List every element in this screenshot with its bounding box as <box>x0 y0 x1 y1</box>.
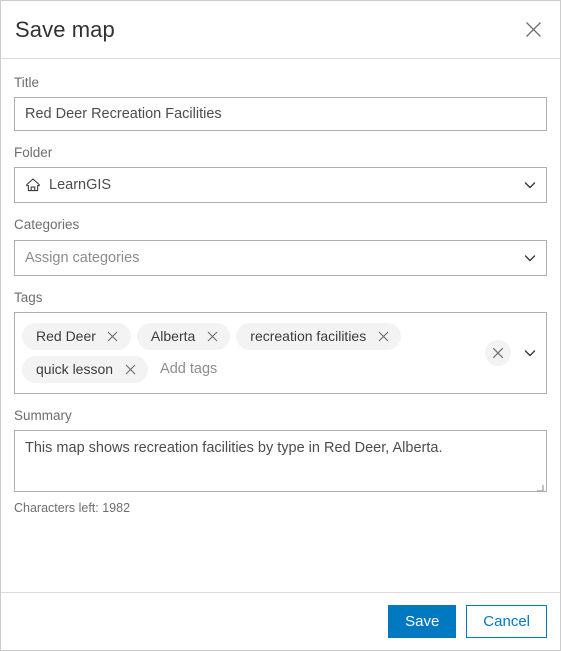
tag-chip[interactable]: Alberta <box>136 322 231 350</box>
summary-value: This map shows recreation facilities by … <box>25 439 443 456</box>
remove-tag-icon[interactable] <box>121 360 139 378</box>
tag-chip-label: quick lesson <box>36 361 114 378</box>
clear-tags-icon[interactable] <box>485 339 511 366</box>
tag-chip[interactable]: quick lesson <box>22 355 149 383</box>
chevron-down-icon[interactable] <box>523 346 537 360</box>
save-map-dialog: Save map Title Red Deer Recreation Facil… <box>0 0 561 651</box>
tags-field-group: Tags Red Deer Alberta recreation facilit… <box>14 290 547 394</box>
tag-chip[interactable]: Red Deer <box>22 322 131 350</box>
tags-input[interactable]: Red Deer Alberta recreation facilities q… <box>14 311 547 394</box>
save-button[interactable]: Save <box>388 605 457 638</box>
page-title: Save map <box>15 16 115 42</box>
title-input-value: Red Deer Recreation Facilities <box>25 106 222 123</box>
remove-tag-icon[interactable] <box>104 327 122 345</box>
remove-tag-icon[interactable] <box>203 327 221 345</box>
tags-label: Tags <box>14 289 43 305</box>
title-label: Title <box>14 75 40 90</box>
remove-tag-icon[interactable] <box>374 327 392 345</box>
categories-field-group: Categories Assign categories <box>14 217 547 276</box>
summary-textarea[interactable]: This map shows recreation facilities by … <box>14 429 547 492</box>
close-icon[interactable] <box>520 17 546 43</box>
categories-label: Categories <box>14 217 80 233</box>
tag-chip-label: Alberta <box>150 328 196 345</box>
title-input[interactable]: Red Deer Recreation Facilities <box>14 97 547 132</box>
cancel-button[interactable]: Cancel <box>466 605 547 638</box>
home-icon <box>25 177 41 193</box>
dialog-header: Save map <box>1 1 560 59</box>
tag-chip[interactable]: recreation facilities <box>236 322 402 350</box>
folder-value: LearnGIS <box>49 177 112 194</box>
tag-chip-label: recreation facilities <box>250 328 367 345</box>
add-tags-placeholder[interactable]: Add tags <box>154 356 217 383</box>
tag-chip-label: Red Deer <box>36 328 96 345</box>
resize-handle-icon[interactable] <box>534 479 544 491</box>
summary-label: Summary <box>14 407 72 423</box>
folder-label: Folder <box>14 145 53 161</box>
chevron-down-icon <box>523 178 537 192</box>
chevron-down-icon <box>523 251 537 265</box>
title-field-group: Title Red Deer Recreation Facilities <box>14 75 547 132</box>
folder-select[interactable]: LearnGIS <box>14 167 547 204</box>
dialog-footer: Save Cancel <box>1 592 560 650</box>
dialog-body: Title Red Deer Recreation Facilities Fol… <box>1 59 560 592</box>
folder-field-group: Folder LearnGIS <box>14 145 547 204</box>
summary-field-group: Summary This map shows recreation facili… <box>14 408 547 515</box>
categories-select[interactable]: Assign categories <box>14 239 547 276</box>
characters-left-text: Characters left: 1982 <box>14 500 131 515</box>
categories-placeholder: Assign categories <box>25 249 140 266</box>
